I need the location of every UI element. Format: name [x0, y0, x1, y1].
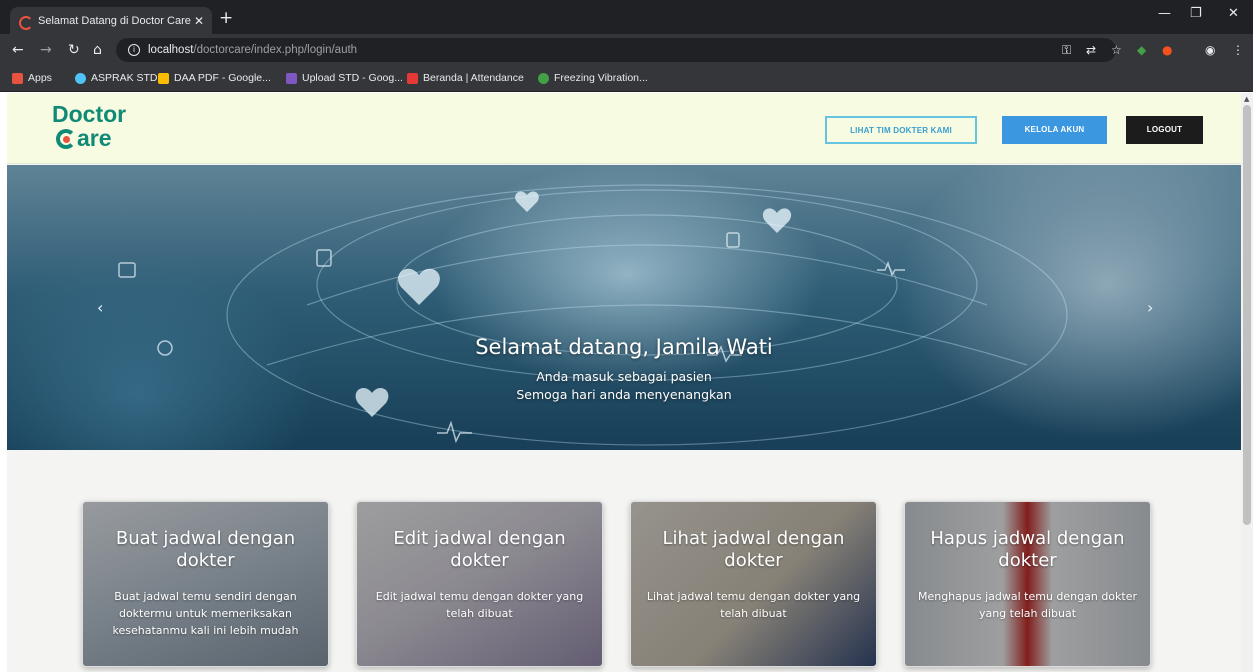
bookmark-beranda[interactable]: Beranda | Attendance [407, 72, 524, 84]
card-description: Edit jadwal temu dengan dokter yang tela… [375, 590, 584, 620]
scrollbar-thumb[interactable] [1243, 105, 1251, 525]
card-description: Lihat jadwal temu dengan dokter yang tel… [646, 590, 861, 620]
doctorcare-logo[interactable]: Doctor are [52, 102, 126, 150]
reload-icon[interactable]: ↻ [68, 41, 80, 59]
translate-icon[interactable]: ⇄ [1086, 43, 1096, 57]
bookmark-icon [75, 72, 86, 84]
card-title: Buat jadwal dengan dokter [115, 528, 296, 571]
carousel-next-icon[interactable]: › [1147, 298, 1153, 317]
site-favicon-icon [18, 15, 33, 30]
card-description: Menghapus jadwal temu dengan dokter yang… [917, 590, 1138, 620]
profile-avatar-icon[interactable]: ◉ [1205, 43, 1215, 57]
bookmark-icon [538, 72, 549, 84]
forward-icon[interactable]: → [40, 41, 52, 59]
restore-icon[interactable]: ❐ [1190, 6, 1202, 21]
logo-line2: are [77, 125, 112, 151]
bookmark-asprak[interactable]: ASPRAK STD [75, 72, 158, 84]
drive-icon [158, 72, 169, 84]
card-title: Lihat jadwal dengan dokter [662, 528, 845, 571]
bookmark-freezing[interactable]: Freezing Vibration... [538, 72, 648, 84]
key-icon[interactable]: ⚿ [1062, 43, 1071, 58]
hero-carousel: ‹ › Selamat datang, Jamila Wati Anda mas… [7, 165, 1241, 450]
close-window-icon[interactable]: ✕ [1228, 6, 1239, 21]
medical-network-background [118, 184, 1068, 446]
browser-tab-strip: Selamat Datang di Doctor Care ✕ + — ❐ ✕ [0, 0, 1253, 34]
lihat-tim-dokter-button[interactable]: LIHAT TIM DOKTER KAMI [825, 116, 977, 144]
bookmark-star-icon[interactable]: ☆ [1111, 43, 1122, 57]
browser-tab[interactable]: Selamat Datang di Doctor Care ✕ [10, 7, 212, 34]
extension-icon[interactable]: ◆ [1137, 43, 1146, 57]
bookmark-icon [407, 72, 418, 84]
url-field[interactable]: i localhost/doctorcare/index.php/login/a… [116, 38, 1116, 62]
kelola-akun-button[interactable]: KELOLA AKUN [1002, 116, 1107, 144]
logout-button[interactable]: LOGOUT [1126, 116, 1203, 144]
minimize-icon[interactable]: — [1158, 6, 1171, 21]
card-title: Edit jadwal dengan dokter [393, 528, 566, 571]
card-edit-jadwal[interactable]: Edit jadwal dengan dokter Edit jadwal te… [356, 501, 603, 667]
url-host: localhost [148, 44, 194, 56]
bookmark-daa-pdf[interactable]: DAA PDF - Google... [158, 72, 271, 84]
heart-icon [398, 268, 440, 305]
logo-line1: Doctor [52, 101, 127, 127]
heart-icon [762, 208, 792, 233]
menu-kebab-icon[interactable]: ⋮ [1232, 43, 1244, 57]
card-lihat-jadwal[interactable]: Lihat jadwal dengan dokter Lihat jadwal … [630, 501, 877, 667]
card-hapus-jadwal[interactable]: Hapus jadwal dengan dokter Menghapus jad… [904, 501, 1151, 667]
hero-title: Selamat datang, Jamila Wati [475, 335, 773, 359]
card-buat-jadwal[interactable]: Buat jadwal dengan dokter Buat jadwal te… [82, 501, 329, 667]
url-path: /doctorcare/index.php/login/auth [193, 44, 358, 56]
extension-icon-2[interactable]: ● [1162, 43, 1172, 57]
bookmarks-bar: Apps ASPRAK STD DAA PDF - Google... Uplo… [0, 66, 1253, 92]
address-bar-row: ← → ↻ ⌂ i localhost/doctorcare/index.php… [0, 34, 1253, 66]
web-page: Doctor are LIHAT TIM DOKTER KAMI KELOLA … [7, 93, 1241, 672]
apps-grid-icon [12, 72, 23, 84]
hero-subtitle-role: Anda masuk sebagai pasien [536, 369, 712, 384]
scroll-up-icon[interactable]: ▲ [1244, 95, 1249, 103]
tab-title: Selamat Datang di Doctor Care [38, 14, 191, 27]
close-tab-icon[interactable]: ✕ [194, 14, 204, 28]
site-info-icon[interactable]: i [128, 44, 140, 56]
card-title: Hapus jadwal dengan dokter [930, 528, 1125, 571]
new-tab-icon[interactable]: + [219, 8, 233, 28]
hero-subtitle-greeting: Semoga hari anda menyenangkan [516, 387, 732, 402]
page-scrollbar[interactable]: ▲ [1241, 93, 1253, 672]
home-icon[interactable]: ⌂ [93, 41, 102, 59]
carousel-prev-icon[interactable]: ‹ [97, 298, 103, 317]
bookmark-apps[interactable]: Apps [12, 72, 52, 84]
menu-cards: Buat jadwal dengan dokter Buat jadwal te… [7, 501, 1241, 672]
site-header: Doctor are LIHAT TIM DOKTER KAMI KELOLA … [7, 93, 1241, 164]
heart-icon [515, 191, 539, 212]
card-description: Buat jadwal temu sendiri dengan doktermu… [112, 590, 299, 637]
back-icon[interactable]: ← [12, 41, 24, 59]
stethoscope-c-icon [56, 129, 76, 149]
forms-icon [286, 72, 297, 84]
bookmark-upload-std[interactable]: Upload STD - Goog... [286, 72, 403, 84]
